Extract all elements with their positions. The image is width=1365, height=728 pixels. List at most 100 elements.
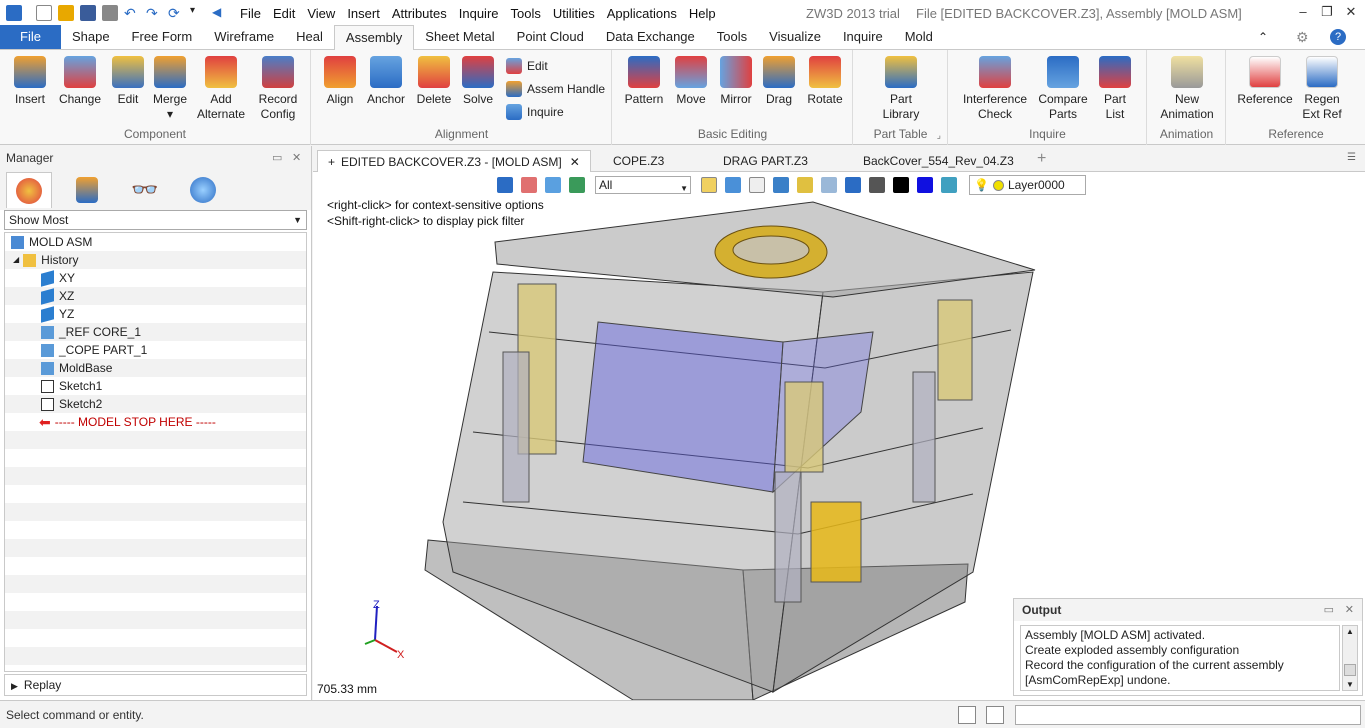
settings-icon[interactable]: ⚙ <box>1296 29 1309 46</box>
history-tab[interactable] <box>6 172 52 208</box>
assembly-tab[interactable] <box>64 172 110 208</box>
anchor-button[interactable]: Anchor <box>364 56 408 107</box>
new-animation-button[interactable]: New Animation <box>1152 56 1222 122</box>
status-layout-icon[interactable] <box>958 706 976 724</box>
record-config-button[interactable]: Record Config <box>252 56 304 122</box>
customize-dropdown-icon[interactable]: ▾ <box>190 5 206 21</box>
doc-tab-backcover-rev04[interactable]: BackCover_554_Rev_04.Z3 <box>853 150 1024 172</box>
view-cube-icon[interactable] <box>773 177 789 193</box>
tab-shape[interactable]: Shape <box>61 25 121 49</box>
select-mode-icon[interactable] <box>701 177 717 193</box>
tab-free-form[interactable]: Free Form <box>121 25 204 49</box>
scroll-down-icon[interactable]: ▼ <box>1346 680 1354 689</box>
new-file-icon[interactable] <box>36 5 52 21</box>
minimize-button[interactable]: – <box>1294 4 1312 20</box>
display-tab[interactable] <box>180 172 226 208</box>
filter-funnel-icon[interactable] <box>569 177 585 193</box>
view-tab[interactable]: 👓 <box>122 172 168 208</box>
tree-item-cope-part[interactable]: _COPE PART_1 <box>5 341 306 359</box>
doc-tab-cope[interactable]: COPE.Z3 <box>603 150 674 172</box>
edit-alignment-button[interactable]: Edit <box>506 58 548 74</box>
tree-filter-select[interactable]: Show Most ▼ <box>4 210 307 230</box>
interference-check-button[interactable]: Interference Check <box>957 56 1033 122</box>
shaded-cube-icon[interactable] <box>545 177 561 193</box>
tab-list-icon[interactable]: ☰ <box>1347 152 1356 163</box>
tree-item-yz[interactable]: YZ <box>5 305 306 323</box>
tree-item-sketch2[interactable]: Sketch2 <box>5 395 306 413</box>
tab-tools[interactable]: Tools <box>706 25 758 49</box>
tab-visualize[interactable]: Visualize <box>758 25 832 49</box>
background-color-icon[interactable] <box>941 177 957 193</box>
tree-item-mold-asm[interactable]: MOLD ASM <box>5 233 306 251</box>
scroll-thumb[interactable] <box>1344 664 1356 676</box>
add-alternate-button[interactable]: Add Alternate <box>192 56 250 122</box>
tab-data-exchange[interactable]: Data Exchange <box>595 25 706 49</box>
wireframe-cube-icon[interactable] <box>749 177 765 193</box>
tab-mold[interactable]: Mold <box>894 25 944 49</box>
tab-sheet-metal[interactable]: Sheet Metal <box>414 25 505 49</box>
output-close-icon[interactable]: ✕ <box>1345 599 1354 621</box>
undo-icon[interactable]: ↶ <box>124 5 140 21</box>
output-float-icon[interactable]: ▭ <box>1324 599 1334 621</box>
tree-item-ref-core[interactable]: _REF CORE_1 <box>5 323 306 341</box>
doc-tab-edited-backcover[interactable]: + EDITED BACKCOVER.Z3 - [MOLD ASM] ✕ <box>317 150 591 172</box>
menu-view[interactable]: View <box>307 6 335 21</box>
tab-file[interactable]: File <box>0 25 61 49</box>
tab-wireframe[interactable]: Wireframe <box>203 25 285 49</box>
drag-button[interactable]: Drag <box>761 56 797 107</box>
display-monitor-icon[interactable] <box>869 177 885 193</box>
help-icon[interactable]: ? <box>1330 29 1346 45</box>
menu-applications[interactable]: Applications <box>607 6 677 21</box>
manager-float-icon[interactable]: ▭ <box>272 146 282 170</box>
assem-handle-button[interactable]: Assem Handle <box>506 81 605 97</box>
solid-cube-icon[interactable] <box>725 177 741 193</box>
menu-tools[interactable]: Tools <box>511 6 541 21</box>
blue-color-icon[interactable] <box>917 177 933 193</box>
change-button[interactable]: Change <box>56 56 104 107</box>
mirror-button[interactable]: Mirror <box>715 56 757 107</box>
align-button[interactable]: Align <box>320 56 360 107</box>
collapse-triangle-icon[interactable]: ◢ <box>13 251 19 269</box>
render-mode-icon[interactable] <box>797 177 813 193</box>
rotate-button[interactable]: Rotate <box>803 56 847 107</box>
scroll-up-icon[interactable]: ▲ <box>1346 627 1354 636</box>
tree-item-history[interactable]: ◢ History <box>5 251 306 269</box>
menu-file[interactable]: File <box>240 6 261 21</box>
menu-help[interactable]: Help <box>689 6 716 21</box>
reference-button[interactable]: Reference <box>1235 56 1295 107</box>
menu-attributes[interactable]: Attributes <box>392 6 447 21</box>
menu-utilities[interactable]: Utilities <box>553 6 595 21</box>
tree-item-sketch1[interactable]: Sketch1 <box>5 377 306 395</box>
tree-item-xz[interactable]: XZ <box>5 287 306 305</box>
black-color-icon[interactable] <box>893 177 909 193</box>
regen-icon[interactable]: ⟳ <box>168 5 184 21</box>
status-list-icon[interactable] <box>986 706 1004 724</box>
tab-heal[interactable]: Heal <box>285 25 334 49</box>
dimension-icon[interactable] <box>845 177 861 193</box>
open-file-icon[interactable] <box>58 5 74 21</box>
tree-item-xy[interactable]: XY <box>5 269 306 287</box>
redo-icon[interactable]: ↷ <box>146 5 162 21</box>
regen-ext-ref-button[interactable]: Regen Ext Ref <box>1299 56 1345 122</box>
doc-tab-drag-part[interactable]: DRAG PART.Z3 <box>713 150 818 172</box>
command-input[interactable] <box>1015 705 1361 725</box>
collapse-ribbon-icon[interactable]: ⌃ <box>1258 30 1268 44</box>
add-tab-icon[interactable]: + <box>1037 150 1046 168</box>
tree-item-model-stop[interactable]: ⬅ ----- MODEL STOP HERE ----- <box>5 413 306 431</box>
tab-assembly[interactable]: Assembly <box>333 25 415 50</box>
eraser-icon[interactable] <box>521 177 537 193</box>
replay-bar[interactable]: ▶ Replay <box>4 674 307 696</box>
pick-filter-select[interactable]: All ▼ <box>595 176 691 194</box>
part-library-button[interactable]: Part Library <box>874 56 928 122</box>
print-icon[interactable] <box>102 5 118 21</box>
part-table-expand-icon[interactable]: ⌟ <box>937 130 941 141</box>
back-arrow-icon[interactable]: ◀ <box>212 5 228 21</box>
edit-component-button[interactable]: Edit <box>110 56 146 107</box>
menu-insert[interactable]: Insert <box>347 6 380 21</box>
walk-icon[interactable] <box>497 177 513 193</box>
close-tab-icon[interactable]: ✕ <box>570 155 580 169</box>
solve-button[interactable]: Solve <box>458 56 498 107</box>
save-icon[interactable] <box>80 5 96 21</box>
merge-button[interactable]: Merge ▾ <box>150 56 190 122</box>
menu-inquire[interactable]: Inquire <box>459 6 499 21</box>
